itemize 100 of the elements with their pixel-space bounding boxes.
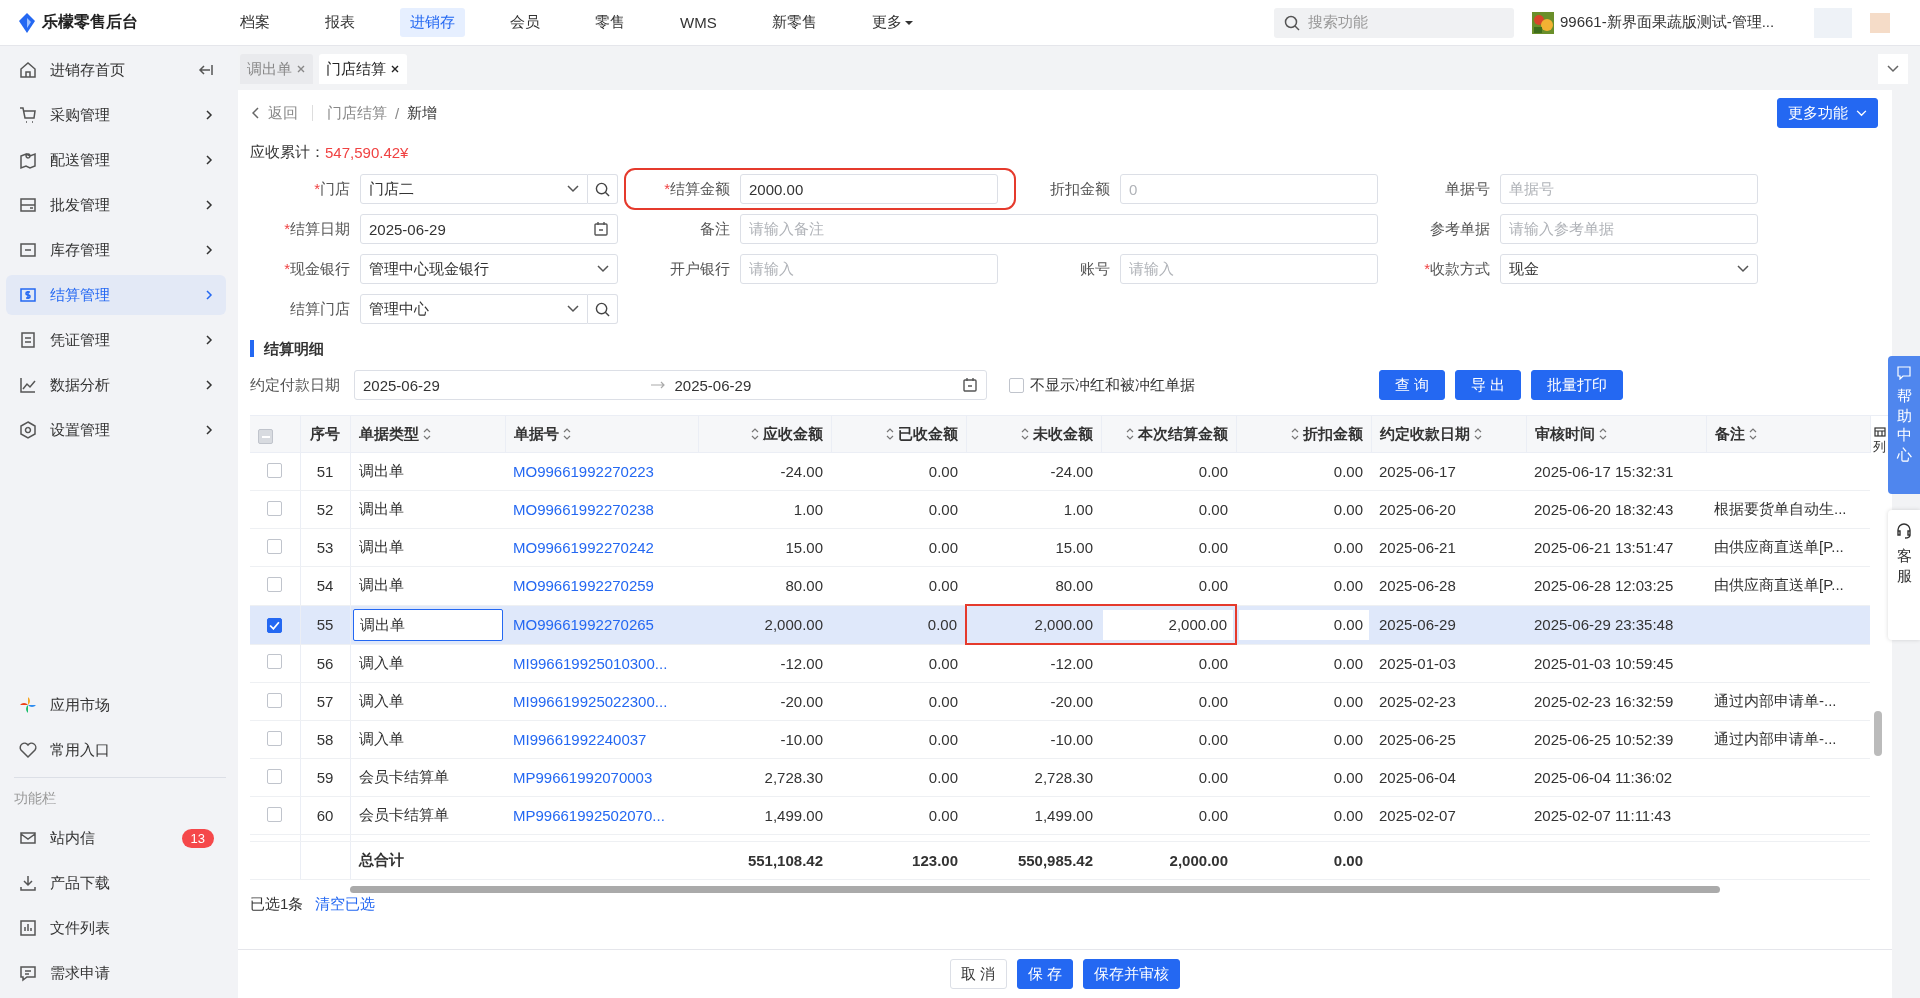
collapse-icon[interactable]: [198, 63, 214, 77]
footer-button[interactable]: 取 消: [950, 959, 1007, 989]
clear-selection-link[interactable]: 清空已选: [315, 894, 376, 914]
nav-tab[interactable]: 档案: [230, 8, 280, 37]
sidebar-item[interactable]: 产品下载: [6, 863, 226, 903]
sort-icon[interactable]: [1748, 428, 1757, 440]
footer-button[interactable]: 保 存: [1016, 959, 1073, 989]
table-cell: 通过内部申请单-...: [1714, 730, 1837, 747]
cell-input[interactable]: 调出单: [352, 608, 503, 641]
document-link[interactable]: MP99661992502070...: [513, 807, 665, 824]
select-all-checkbox[interactable]: [258, 429, 273, 445]
row-checkbox[interactable]: [267, 768, 283, 784]
select-field[interactable]: 管理中心: [360, 294, 588, 324]
sidebar-item[interactable]: 设置管理: [6, 410, 226, 450]
chevron-down-icon: [597, 265, 609, 273]
table-cell: -20.00: [1050, 693, 1093, 710]
footer-button[interactable]: 保存并审核: [1082, 959, 1180, 989]
sidebar-item[interactable]: 常用入口: [6, 730, 226, 770]
sort-icon[interactable]: [1125, 428, 1134, 440]
sidebar-item[interactable]: 库存管理: [6, 230, 226, 270]
select-field[interactable]: 现金: [1500, 254, 1758, 284]
sidebar-item[interactable]: 进销存首页: [6, 50, 226, 90]
action-button[interactable]: 导 出: [1455, 370, 1522, 400]
nav-tab[interactable]: WMS: [670, 8, 727, 37]
help-center-tab[interactable]: 帮助中心: [1888, 356, 1920, 494]
sort-icon[interactable]: [562, 428, 571, 440]
document-link[interactable]: MP99661992070003: [513, 769, 653, 786]
unread-badge: 13: [181, 828, 214, 848]
sidebar-item[interactable]: 批发管理: [6, 185, 226, 225]
row-checkbox[interactable]: [267, 618, 283, 633]
table-cell: 2025-06-04 11:36:02: [1534, 769, 1673, 786]
select-field[interactable]: 管理中心现金银行: [360, 254, 618, 284]
action-button[interactable]: 批量打印: [1531, 370, 1624, 400]
search-button[interactable]: [588, 294, 618, 324]
columns-icon[interactable]: [1873, 426, 1886, 438]
table-cell: 59: [316, 769, 334, 786]
sort-icon[interactable]: [750, 428, 759, 440]
back-link[interactable]: 返回: [250, 103, 298, 123]
close-icon[interactable]: [390, 64, 400, 74]
nav-tab[interactable]: 新零售: [761, 8, 827, 37]
document-link[interactable]: MI99661992240037: [513, 731, 647, 748]
nav-tab[interactable]: 报表: [315, 8, 365, 37]
store-name[interactable]: 99661-新界面果蔬版测试-管理...: [1560, 13, 1775, 32]
table-cell: -20.00: [780, 693, 823, 710]
sort-icon[interactable]: [885, 428, 894, 440]
sidebar-item[interactable]: 数据分析: [6, 365, 226, 405]
row-checkbox[interactable]: [267, 730, 283, 746]
document-link[interactable]: MO99661992270242: [513, 539, 654, 556]
document-link[interactable]: MO99661992270223: [513, 463, 654, 480]
cell-input[interactable]: 2,000.00: [1103, 609, 1233, 640]
date-range-field[interactable]: 2025-06-29 2025-06-29: [354, 370, 987, 400]
nav-tab[interactable]: 进销存: [400, 8, 465, 37]
nav-tab[interactable]: 零售: [585, 8, 635, 37]
sidebar-item[interactable]: 站内信 13: [6, 818, 226, 858]
breadcrumb-item[interactable]: 门店结算: [327, 103, 387, 123]
document-link[interactable]: MI996619925022300...: [513, 693, 668, 710]
tabs-dropdown-button[interactable]: [1878, 54, 1908, 84]
table-cell: -10.00: [1050, 731, 1093, 748]
row-checkbox[interactable]: [267, 806, 283, 822]
table-cell: 80.00: [785, 577, 823, 595]
row-checkbox[interactable]: [267, 692, 283, 708]
sidebar-item[interactable]: 配送管理: [6, 140, 226, 180]
sidebar-item[interactable]: 结算管理: [6, 275, 226, 315]
date-field[interactable]: 2025-06-29: [360, 214, 618, 244]
sort-icon[interactable]: [1020, 428, 1029, 440]
sort-icon[interactable]: [1598, 428, 1607, 440]
document-link[interactable]: MI996619925010300...: [513, 654, 668, 672]
table-cell: 0.00: [1198, 463, 1228, 480]
table-cell: 调入单: [358, 730, 404, 747]
cell-input[interactable]: 0.00: [1239, 609, 1369, 640]
sidebar-item[interactable]: 凭证管理: [6, 320, 226, 360]
sidebar-item[interactable]: 需求申请: [6, 953, 226, 993]
sidebar-item[interactable]: 应用市场: [6, 685, 226, 725]
page-tab[interactable]: 门店结算: [319, 54, 407, 84]
row-checkbox[interactable]: [267, 654, 283, 670]
nav-tab[interactable]: 更多: [861, 8, 923, 37]
sidebar-item[interactable]: 采购管理: [6, 95, 226, 135]
row-checkbox[interactable]: [267, 500, 283, 516]
table-cell: -24.00: [780, 463, 823, 480]
customer-service-tab[interactable]: 客服: [1888, 510, 1920, 640]
sort-icon[interactable]: [422, 428, 431, 440]
sort-icon[interactable]: [1473, 428, 1482, 440]
input-field[interactable]: 2000.00: [740, 174, 998, 204]
nav-tab[interactable]: 会员: [500, 8, 550, 37]
checkbox[interactable]: [1009, 377, 1024, 393]
table-cell: 0.00: [928, 501, 958, 518]
action-button[interactable]: 查 询: [1379, 370, 1446, 400]
document-link[interactable]: MO99661992270259: [513, 577, 654, 595]
checkbox-label[interactable]: 不显示冲红和被冲红单据: [1030, 375, 1195, 395]
row-checkbox[interactable]: [267, 576, 283, 592]
field-label: 开户银行: [669, 259, 731, 279]
table-cell: 55: [316, 616, 334, 633]
row-checkbox[interactable]: [267, 462, 283, 478]
row-checkbox[interactable]: [267, 538, 283, 554]
document-link[interactable]: MO99661992270238: [513, 501, 654, 518]
sidebar-item[interactable]: 文件列表: [6, 908, 226, 948]
more-functions-button[interactable]: 更多功能: [1777, 98, 1878, 128]
sort-icon[interactable]: [1290, 428, 1299, 440]
search-button[interactable]: [588, 174, 618, 204]
select-field[interactable]: 门店二: [360, 174, 588, 204]
